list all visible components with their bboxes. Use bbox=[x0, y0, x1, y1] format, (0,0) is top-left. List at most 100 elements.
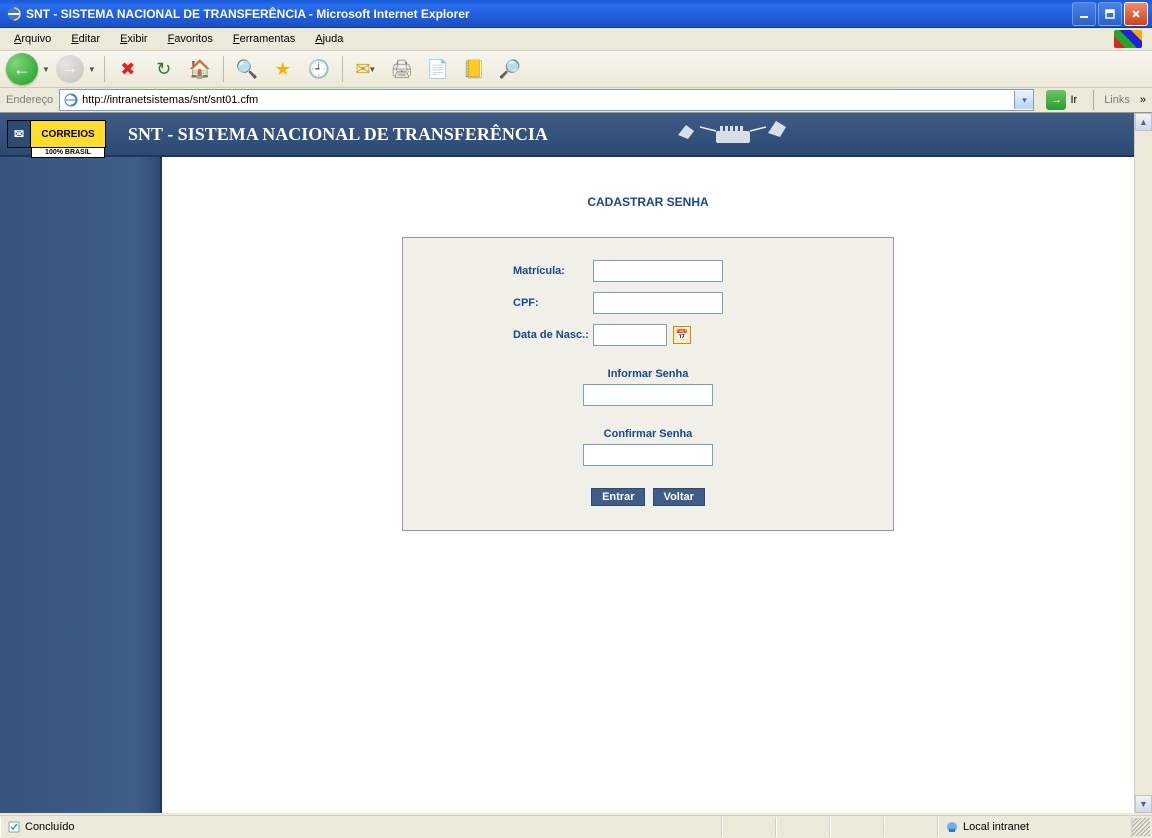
done-icon bbox=[7, 820, 21, 834]
row-cpf: CPF: bbox=[423, 292, 873, 314]
status-empty bbox=[830, 817, 884, 837]
toolbar: ← ▼ → ▼ ✖ ↻ 🏠 🔍 ★ 🕘 ✉▼ 🖨 📄 📒 🔎 bbox=[0, 51, 1152, 88]
label-datanasc: Data de Nasc.: bbox=[423, 329, 593, 341]
mail-button[interactable]: ✉▼ bbox=[351, 54, 381, 84]
label-matricula: Matrícula: bbox=[423, 265, 593, 277]
statusbar: Concluído Local intranet bbox=[0, 815, 1152, 838]
links-separator bbox=[1093, 90, 1094, 110]
correios-logo: CORREIOS bbox=[30, 120, 106, 148]
address-input[interactable] bbox=[82, 91, 1014, 109]
address-label: Endereço bbox=[6, 94, 53, 106]
label-informar: Informar Senha bbox=[423, 368, 873, 380]
page-body: CORREIOS SNT - SISTEMA NACIONAL DE TRANS… bbox=[0, 113, 1134, 813]
viewport: CORREIOS SNT - SISTEMA NACIONAL DE TRANS… bbox=[0, 113, 1152, 813]
go-label: Ir bbox=[1070, 94, 1077, 106]
print-icon: 🖨 bbox=[390, 59, 413, 80]
status-zone: Local intranet bbox=[938, 817, 1132, 837]
page-title: CADASTRAR SENHA bbox=[162, 195, 1134, 209]
voltar-button[interactable]: Voltar bbox=[653, 488, 705, 506]
home-icon: 🏠 bbox=[189, 59, 211, 80]
menu-editar[interactable]: Editar bbox=[63, 31, 108, 47]
register-password-form: Matrícula: CPF: Data de Nasc.: 📅 bbox=[402, 237, 894, 531]
input-cpf[interactable] bbox=[593, 292, 723, 314]
input-datanasc[interactable] bbox=[593, 324, 667, 346]
stop-icon: ✖ bbox=[120, 59, 135, 80]
site-banner: CORREIOS SNT - SISTEMA NACIONAL DE TRANS… bbox=[0, 113, 1134, 157]
label-cpf: CPF: bbox=[423, 297, 593, 309]
resize-grip[interactable] bbox=[1132, 818, 1150, 836]
block-informar: Informar Senha bbox=[423, 368, 873, 406]
block-confirmar: Confirmar Senha bbox=[423, 428, 873, 466]
page-icon bbox=[63, 92, 79, 108]
intranet-icon bbox=[945, 820, 959, 834]
star-icon: ★ bbox=[275, 59, 291, 80]
address-dropdown[interactable]: ▾ bbox=[1014, 91, 1033, 109]
close-button[interactable] bbox=[1124, 2, 1148, 26]
menu-ajuda[interactable]: Ajuda bbox=[307, 31, 351, 47]
status-empty bbox=[722, 817, 776, 837]
vertical-scrollbar[interactable]: ▲ ▼ bbox=[1134, 113, 1152, 813]
row-matricula: Matrícula: bbox=[423, 260, 873, 282]
toolbar-separator bbox=[104, 56, 105, 82]
status-zone-text: Local intranet bbox=[963, 821, 1029, 833]
banner-title: SNT - SISTEMA NACIONAL DE TRANSFERÊNCIA bbox=[128, 124, 548, 145]
stop-button[interactable]: ✖ bbox=[113, 54, 143, 84]
menubar: Arquivo Editar Exibir Favoritos Ferramen… bbox=[0, 28, 1152, 51]
research-button[interactable]: 🔎 bbox=[495, 54, 525, 84]
button-row: Entrar Voltar bbox=[423, 488, 873, 506]
input-confirmar-senha[interactable] bbox=[583, 444, 713, 466]
titlebar: SNT - SISTEMA NACIONAL DE TRANSFERÊNCIA … bbox=[0, 0, 1152, 28]
scroll-down-button[interactable]: ▼ bbox=[1135, 795, 1152, 813]
back-dropdown-icon[interactable]: ▼ bbox=[42, 65, 50, 74]
refresh-button[interactable]: ↻ bbox=[149, 54, 179, 84]
discuss-button[interactable]: 📒 bbox=[459, 54, 489, 84]
forward-dropdown-icon[interactable]: ▼ bbox=[88, 65, 96, 74]
status-empty bbox=[884, 817, 938, 837]
menu-arquivo[interactable]: Arquivo bbox=[6, 31, 59, 47]
row-datanasc: Data de Nasc.: 📅 bbox=[423, 324, 873, 346]
edit-button[interactable]: 📄 bbox=[423, 54, 453, 84]
history-button[interactable]: 🕘 bbox=[304, 54, 334, 84]
go-button[interactable]: → Ir bbox=[1040, 90, 1083, 110]
home-button[interactable]: 🏠 bbox=[185, 54, 215, 84]
menu-exibir-label: Exibir bbox=[120, 33, 148, 45]
links-label: Links bbox=[1104, 94, 1130, 106]
left-sidebar bbox=[0, 157, 162, 813]
menu-ajuda-label: Ajuda bbox=[315, 33, 343, 45]
entrar-button[interactable]: Entrar bbox=[591, 488, 645, 506]
mail-dropdown-icon[interactable]: ▼ bbox=[368, 65, 376, 74]
search-icon: 🔍 bbox=[236, 59, 258, 80]
minimize-button[interactable] bbox=[1072, 2, 1096, 26]
address-box: ▾ bbox=[59, 89, 1034, 111]
status-main: Concluído bbox=[0, 817, 722, 837]
windows-flag-icon bbox=[1114, 30, 1142, 48]
calendar-icon[interactable]: 📅 bbox=[673, 326, 691, 344]
go-arrow-icon: → bbox=[1046, 90, 1066, 110]
window-title: SNT - SISTEMA NACIONAL DE TRANSFERÊNCIA … bbox=[26, 7, 1072, 21]
print-button[interactable]: 🖨 bbox=[387, 54, 417, 84]
menu-editar-label: Editar bbox=[71, 33, 100, 45]
links-chevron-icon[interactable]: » bbox=[1140, 94, 1146, 106]
menu-favoritos[interactable]: Favoritos bbox=[160, 31, 221, 47]
notes-icon: 📒 bbox=[463, 59, 485, 80]
input-matricula[interactable] bbox=[593, 260, 723, 282]
window-buttons bbox=[1072, 2, 1148, 26]
status-text: Concluído bbox=[25, 821, 75, 833]
ie-icon bbox=[6, 6, 22, 22]
menu-ferramentas-label: Ferramentas bbox=[233, 33, 295, 45]
menu-arquivo-label: Arquivo bbox=[14, 33, 51, 45]
favorites-button[interactable]: ★ bbox=[268, 54, 298, 84]
search-button[interactable]: 🔍 bbox=[232, 54, 262, 84]
refresh-icon: ↻ bbox=[156, 59, 171, 80]
menu-exibir[interactable]: Exibir bbox=[112, 31, 156, 47]
scroll-up-button[interactable]: ▲ bbox=[1135, 113, 1152, 131]
banner-art-icon bbox=[668, 117, 808, 151]
site: CORREIOS SNT - SISTEMA NACIONAL DE TRANS… bbox=[0, 113, 1134, 813]
maximize-button[interactable] bbox=[1098, 2, 1122, 26]
content-area: CADASTRAR SENHA Matrícula: CPF: Data de … bbox=[162, 157, 1134, 813]
forward-button[interactable]: → bbox=[56, 55, 84, 83]
input-informar-senha[interactable] bbox=[583, 384, 713, 406]
menu-ferramentas[interactable]: Ferramentas bbox=[225, 31, 303, 47]
back-button[interactable]: ← bbox=[6, 53, 38, 85]
label-confirmar: Confirmar Senha bbox=[423, 428, 873, 440]
